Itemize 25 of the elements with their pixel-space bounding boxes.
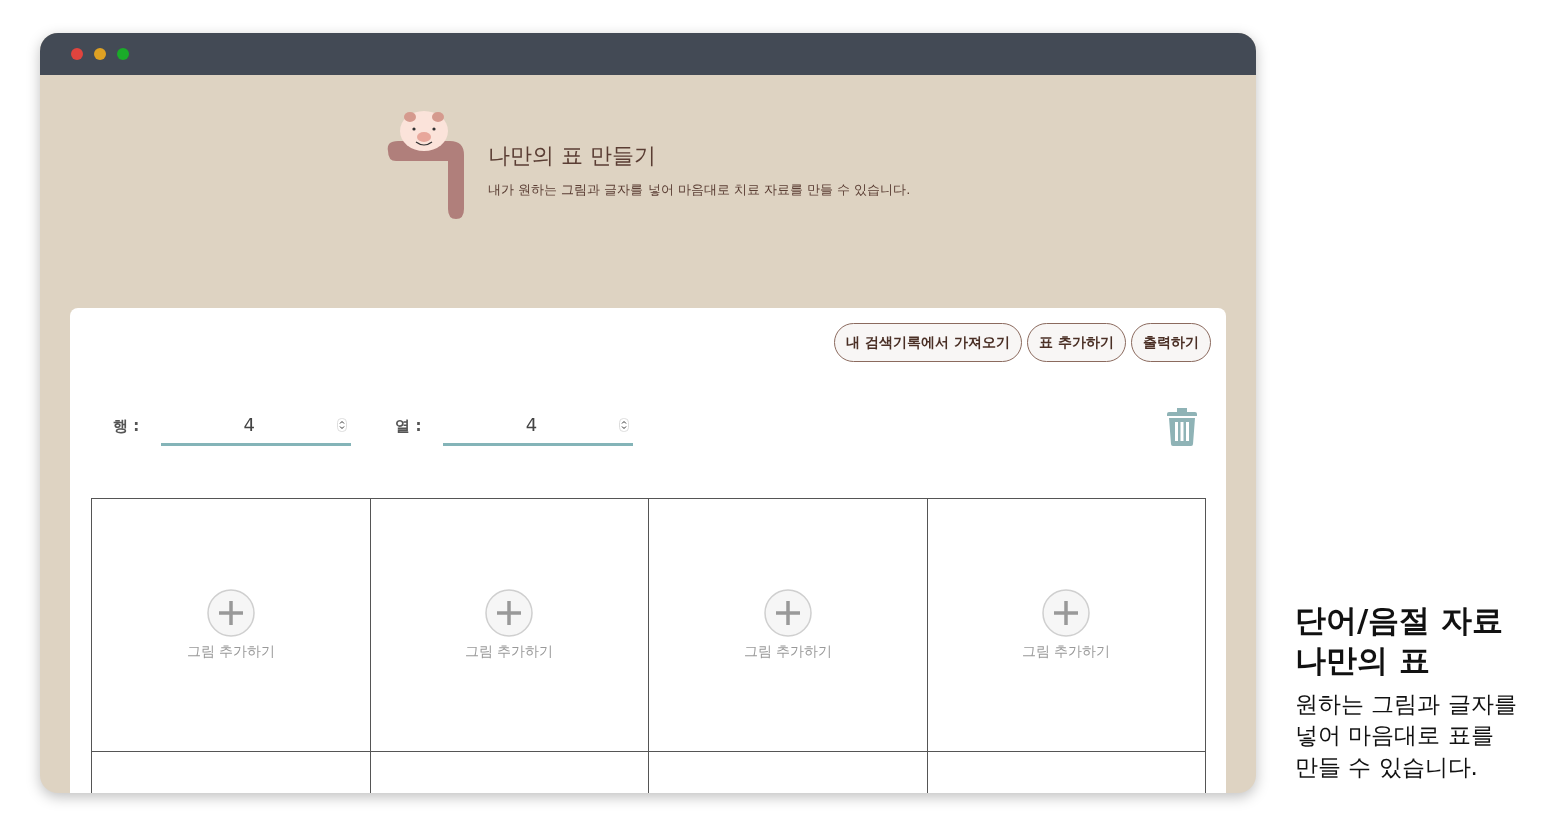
spinner-icon[interactable] xyxy=(337,417,348,432)
add-icon[interactable] xyxy=(763,589,812,637)
window-control-dot[interactable] xyxy=(117,48,129,60)
spinner-icon[interactable] xyxy=(619,417,630,432)
field-label: 열 : xyxy=(395,416,422,436)
number-field[interactable]: 4 xyxy=(161,406,352,446)
action-button[interactable]: 내 검색기록에서 가져오기 xyxy=(834,323,1023,362)
add-picture-label: 그림 추가하기 xyxy=(1022,643,1111,661)
add-picture-label: 그림 추가하기 xyxy=(465,643,554,661)
action-button[interactable]: 표 추가하기 xyxy=(1027,323,1126,362)
window-control-dot[interactable] xyxy=(71,48,83,60)
page-title: 나만의 표 만들기 xyxy=(488,142,657,170)
add-picture-label: 그림 추가하기 xyxy=(186,643,275,661)
field-label: 행 : xyxy=(113,416,140,436)
window-control-dot[interactable] xyxy=(94,48,106,60)
caption-title: 단어/음절 자료 나만의 표 xyxy=(1295,601,1505,681)
add-icon[interactable] xyxy=(485,589,534,637)
add-icon[interactable] xyxy=(1042,589,1091,637)
add-picture-label: 그림 추가하기 xyxy=(743,643,832,661)
number-field[interactable]: 4 xyxy=(443,406,634,446)
action-button[interactable]: 출력하기 xyxy=(1131,323,1211,362)
caption-text: 원하는 그림과 글자를 넣어 마음대로 표를 만들 수 있습니다. xyxy=(1295,689,1517,783)
page-subtitle: 내가 원하는 그림과 글자를 넣어 마음대로 치료 자료를 만들 수 있습니다. xyxy=(488,181,911,199)
trash-icon[interactable] xyxy=(1167,406,1197,446)
add-icon[interactable] xyxy=(206,589,255,637)
